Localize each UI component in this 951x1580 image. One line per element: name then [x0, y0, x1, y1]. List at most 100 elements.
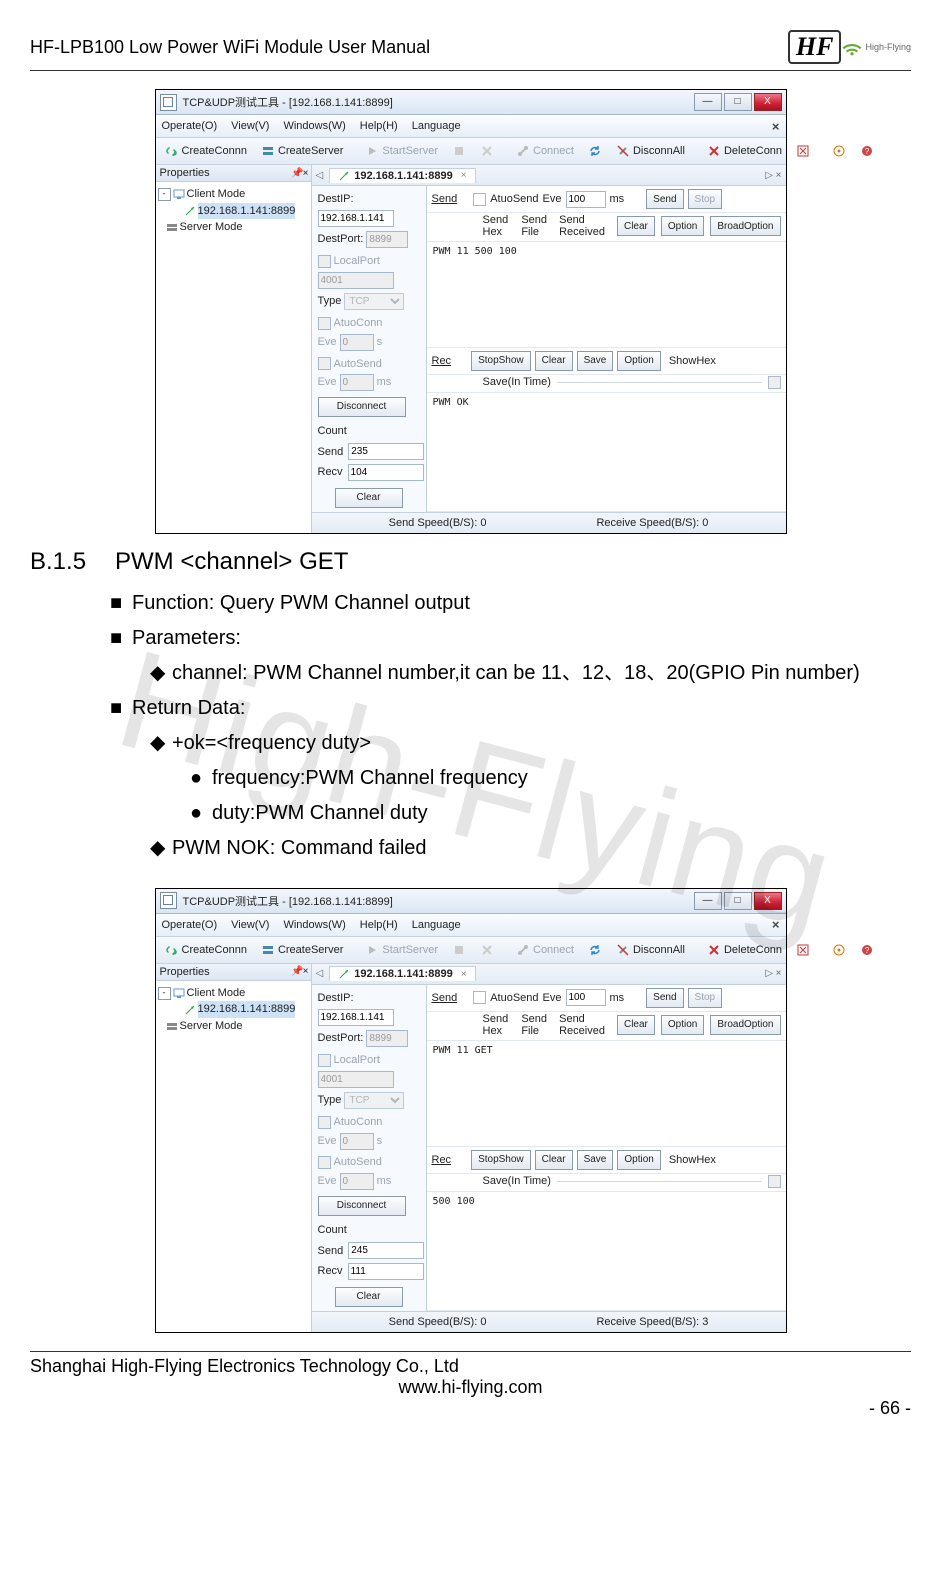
client-mode-icon — [173, 188, 185, 200]
recv-log: PWM OK — [427, 393, 786, 512]
disconn-all-button[interactable]: DisconnAll — [611, 941, 690, 959]
broad-option-button[interactable]: BroadOption — [710, 1015, 780, 1035]
delete-conn-button[interactable]: DeleteConn — [702, 941, 787, 959]
send-button[interactable]: Send — [646, 988, 683, 1008]
dest-ip-input[interactable] — [318, 210, 394, 227]
help-icon[interactable]: ? — [855, 941, 879, 959]
menu-windows[interactable]: Windows(W) — [283, 919, 345, 931]
send-log[interactable]: PWM 11 GET — [427, 1041, 786, 1147]
menu-view[interactable]: View(V) — [231, 919, 269, 931]
minimize-button[interactable]: — — [694, 93, 722, 111]
send-clear-button[interactable]: Clear — [617, 216, 655, 236]
send-log[interactable]: PWM 11 500 100 — [427, 242, 786, 348]
stop-show-button[interactable]: StopShow — [471, 351, 531, 371]
stop-show-button[interactable]: StopShow — [471, 1150, 531, 1170]
tab-scroll-left[interactable]: ◁ — [316, 968, 324, 979]
minimize-button[interactable]: — — [694, 892, 722, 910]
client-mode-node[interactable]: Client Mode — [187, 186, 246, 203]
return-data-label: Return Data: — [132, 697, 245, 719]
window-title: TCP&UDP测试工具 - [192.168.1.141:8899] — [183, 893, 694, 909]
send-option-button[interactable]: Option — [661, 216, 704, 236]
create-server-button[interactable]: CreateServer — [256, 142, 348, 160]
eve-input[interactable] — [566, 191, 606, 208]
recv-count — [348, 464, 424, 481]
menu-language[interactable]: Language — [412, 919, 461, 931]
expand-icon[interactable]: - — [158, 188, 171, 201]
send-button[interactable]: Send — [646, 189, 683, 209]
create-server-button[interactable]: CreateServer — [256, 941, 348, 959]
dest-ip-input[interactable] — [318, 1009, 394, 1026]
rec-save-button[interactable]: Save — [577, 351, 614, 371]
section-number: B.1.5 — [30, 548, 115, 576]
svg-text:?: ? — [865, 946, 870, 955]
auto-send-checkbox — [318, 357, 331, 370]
broad-option-button[interactable]: BroadOption — [710, 216, 780, 236]
maximize-button[interactable]: □ — [724, 93, 752, 111]
eve-input[interactable] — [566, 989, 606, 1006]
options-icon[interactable] — [827, 142, 851, 160]
mdi-close-icon[interactable]: × — [772, 119, 780, 134]
send-speed: Send Speed(B/S): 0 — [389, 517, 487, 529]
browse-button[interactable] — [768, 376, 781, 389]
tab-close-icon[interactable]: × — [461, 969, 467, 980]
send-option-button[interactable]: Option — [661, 1015, 704, 1035]
create-conn-button[interactable]: CreateConnn — [160, 142, 252, 160]
send-clear-button[interactable]: Clear — [617, 1015, 655, 1035]
tab-scroll-right[interactable]: ▷ × — [765, 170, 781, 181]
logo-subtext: High-Flying — [865, 42, 911, 52]
server-mode-node[interactable]: Server Mode — [180, 1018, 243, 1035]
rec-option-button[interactable]: Option — [617, 351, 660, 371]
clear-count-button[interactable]: Clear — [335, 1287, 403, 1307]
reconnect-icon[interactable] — [583, 941, 607, 959]
connection-tab[interactable]: 192.168.1.141:8899× — [329, 966, 475, 981]
auto-send-checkbox-2[interactable] — [473, 991, 486, 1004]
disconnect-button[interactable]: Disconnect — [318, 397, 406, 417]
menu-view[interactable]: View(V) — [231, 120, 269, 132]
tab-close-icon[interactable]: × — [461, 170, 467, 181]
options-icon[interactable] — [827, 941, 851, 959]
pin-icon[interactable]: 📌 × — [291, 966, 306, 977]
close-button[interactable]: X — [754, 892, 782, 910]
send-area-label: Send — [432, 193, 458, 205]
rec-option-button[interactable]: Option — [617, 1150, 660, 1170]
mdi-close-icon[interactable]: × — [772, 917, 780, 932]
delete-all-icon[interactable] — [791, 941, 815, 959]
create-conn-button[interactable]: CreateConnn — [160, 941, 252, 959]
reconnect-icon[interactable] — [583, 142, 607, 160]
dest-port-input[interactable] — [366, 231, 408, 248]
local-port-checkbox — [318, 255, 331, 268]
delete-server-icon — [475, 941, 499, 959]
close-button[interactable]: X — [754, 93, 782, 111]
menu-help[interactable]: Help(H) — [360, 919, 398, 931]
menu-windows[interactable]: Windows(W) — [283, 120, 345, 132]
connection-node[interactable]: 192.168.1.141:8899 — [198, 203, 296, 220]
server-icon — [261, 144, 275, 158]
connection-node[interactable]: 192.168.1.141:8899 — [198, 1001, 296, 1018]
delete-conn-button[interactable]: DeleteConn — [702, 142, 787, 160]
dest-port-input[interactable] — [366, 1030, 408, 1047]
menu-operate[interactable]: Operate(O) — [162, 120, 218, 132]
rec-clear-button[interactable]: Clear — [535, 351, 573, 371]
browse-button[interactable] — [768, 1175, 781, 1188]
expand-icon[interactable]: - — [158, 987, 171, 1000]
server-mode-node[interactable]: Server Mode — [180, 219, 243, 236]
help-icon[interactable]: ? — [855, 142, 879, 160]
connection-tab[interactable]: 192.168.1.141:8899× — [329, 168, 475, 183]
client-mode-node[interactable]: Client Mode — [187, 985, 246, 1002]
clear-count-button[interactable]: Clear — [335, 488, 403, 508]
type-select: TCP — [344, 1092, 404, 1109]
delete-all-icon[interactable] — [791, 142, 815, 160]
rec-save-button[interactable]: Save — [577, 1150, 614, 1170]
maximize-button[interactable]: □ — [724, 892, 752, 910]
menu-operate[interactable]: Operate(O) — [162, 919, 218, 931]
rec-clear-button[interactable]: Clear — [535, 1150, 573, 1170]
menu-language[interactable]: Language — [412, 120, 461, 132]
menu-help[interactable]: Help(H) — [360, 120, 398, 132]
pin-icon[interactable]: 📌 × — [291, 168, 306, 179]
tab-scroll-right[interactable]: ▷ × — [765, 968, 781, 979]
logo-monogram: HF — [788, 30, 842, 64]
disconn-all-button[interactable]: DisconnAll — [611, 142, 690, 160]
disconnect-button[interactable]: Disconnect — [318, 1196, 406, 1216]
auto-send-checkbox-2[interactable] — [473, 193, 486, 206]
tab-scroll-left[interactable]: ◁ — [316, 170, 324, 181]
